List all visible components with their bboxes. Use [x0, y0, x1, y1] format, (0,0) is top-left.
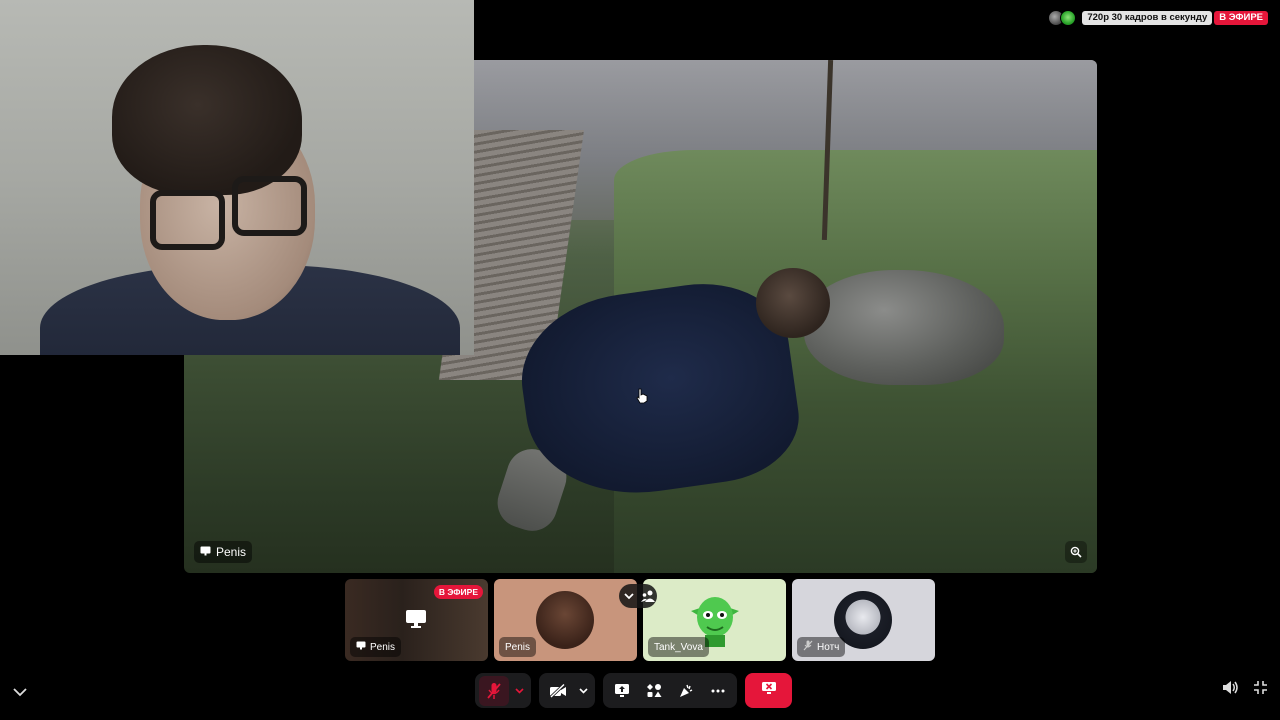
end-call-button[interactable]: [745, 673, 792, 708]
participant-tile[interactable]: В ЭФИРЕ Penis: [345, 579, 488, 661]
participant-name: Tank_Vova: [654, 641, 703, 653]
self-camera-view[interactable]: [0, 0, 474, 355]
volume-icon[interactable]: [1222, 680, 1239, 700]
participant-tile[interactable]: Penis: [494, 579, 637, 661]
avatar: [536, 591, 594, 649]
participant-label: Tank_Vova: [648, 637, 709, 657]
mic-off-icon[interactable]: [479, 675, 509, 706]
screen-share-icon: [405, 609, 427, 634]
screen-share-icon: [356, 641, 366, 653]
strip-actions: [619, 584, 657, 608]
zoom-icon[interactable]: [1065, 541, 1087, 563]
participant-label: Penis: [350, 637, 402, 657]
participant-tile[interactable]: Нотч: [792, 579, 935, 661]
participant-name: Penis: [370, 641, 396, 653]
soundboard-icon[interactable]: [671, 676, 701, 706]
chevron-down-icon[interactable]: [511, 676, 527, 706]
stream-status: 720p 30 кадров в секунду В ЭФИРЕ: [1048, 9, 1268, 27]
chevron-down-icon[interactable]: [13, 684, 27, 702]
exit-fullscreen-icon[interactable]: [1253, 680, 1268, 700]
chevron-down-icon[interactable]: [575, 676, 591, 706]
call-control-bar: [475, 673, 792, 708]
more-icon[interactable]: [703, 676, 733, 706]
activity-controls: [603, 673, 737, 708]
live-badge: В ЭФИРЕ: [1214, 11, 1268, 25]
window-controls: [1222, 680, 1268, 700]
viewer-avatar[interactable]: [1060, 10, 1077, 26]
participant-name: Нотч: [817, 641, 840, 653]
end-call-icon: [761, 681, 777, 700]
pointer-hand-icon: [636, 388, 648, 409]
participant-name: Penis: [505, 641, 531, 653]
participant-tile[interactable]: Tank_Vova: [643, 579, 786, 661]
media-controls: [475, 673, 531, 708]
participant-label: Нотч: [797, 637, 846, 657]
participant-label: Penis: [499, 637, 537, 657]
activities-icon[interactable]: [639, 676, 669, 706]
stream-owner-label: Penis: [194, 541, 253, 563]
chevron-down-icon[interactable]: [619, 584, 638, 608]
live-badge: В ЭФИРЕ: [433, 585, 483, 599]
video-controls: [539, 673, 595, 708]
camera-off-icon[interactable]: [543, 676, 573, 706]
screen-share-icon: [200, 545, 211, 559]
screen-share-icon[interactable]: [607, 676, 637, 706]
stream-owner-name: Penis: [216, 545, 247, 559]
mic-off-icon: [803, 640, 813, 654]
quality-badge: 720p 30 кадров в секунду: [1082, 11, 1213, 25]
